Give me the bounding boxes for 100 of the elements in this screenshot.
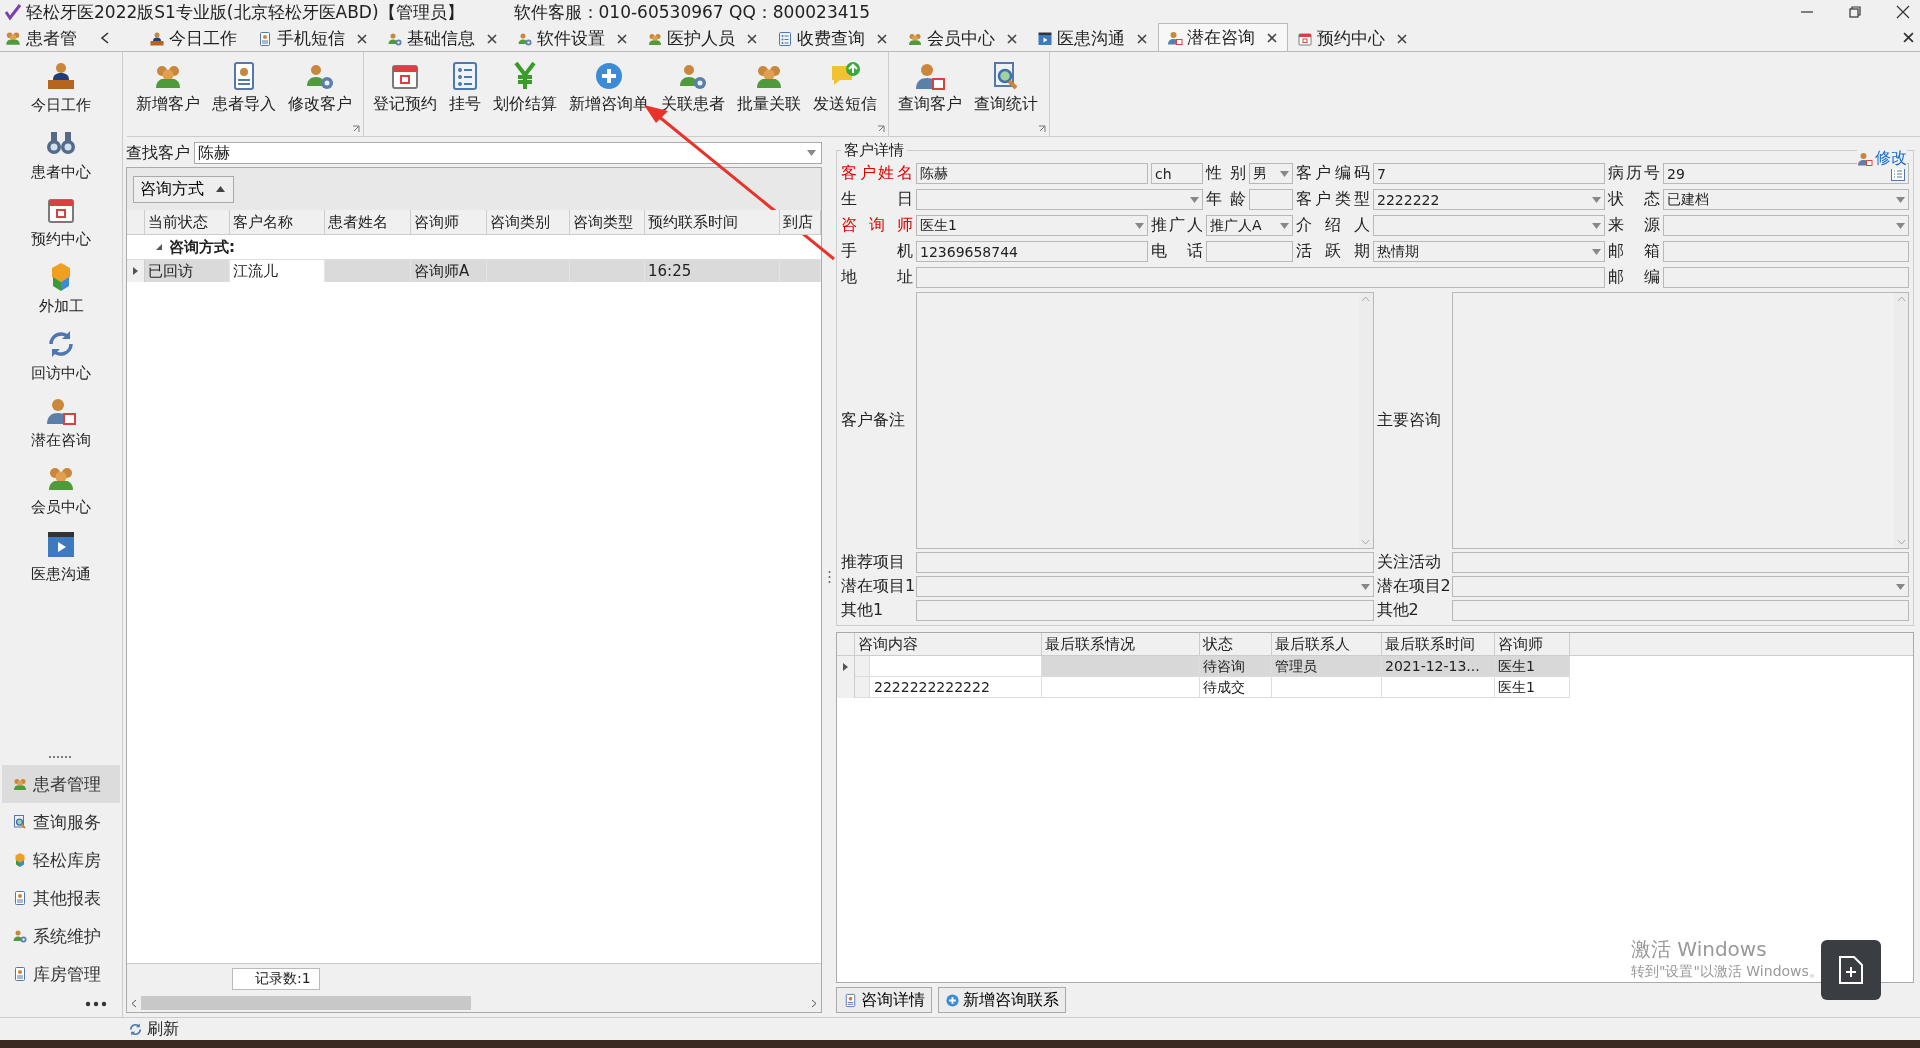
nav-item[interactable]: 患者中心: [31, 127, 91, 182]
group-launcher-icon[interactable]: [352, 125, 360, 133]
module-item[interactable]: 患者管理: [2, 765, 120, 803]
more-icon[interactable]: [49, 755, 73, 759]
text-field[interactable]: [1663, 267, 1909, 288]
tab[interactable]: 今日工作: [140, 25, 248, 51]
tab[interactable]: 医患沟通: [1028, 25, 1158, 51]
edit-link[interactable]: 修改: [1857, 148, 1907, 169]
caret-icon[interactable]: [1280, 222, 1289, 229]
ribbon-button[interactable]: 患者导入: [207, 58, 281, 117]
nav-item[interactable]: 会员中心: [31, 462, 91, 517]
nav-item[interactable]: 医患沟通: [31, 529, 91, 584]
close-icon[interactable]: [1896, 5, 1910, 19]
nav-item[interactable]: 回访中心: [31, 328, 91, 383]
tab-close-icon[interactable]: [617, 33, 627, 44]
dropdown-field[interactable]: [916, 576, 1374, 597]
scroll-down-icon[interactable]: [1361, 539, 1370, 545]
group-launcher-icon[interactable]: [1038, 125, 1046, 133]
column-header[interactable]: 最后联系情况: [1042, 633, 1200, 655]
scroll-right-icon[interactable]: [811, 998, 817, 1008]
scrollbar-thumb[interactable]: [141, 996, 471, 1010]
scroll-up-icon[interactable]: [1361, 296, 1370, 302]
date-field[interactable]: [916, 189, 1203, 210]
dropdown-field[interactable]: 已建档: [1663, 189, 1909, 210]
column-header[interactable]: 咨询师: [1495, 633, 1570, 655]
text-field[interactable]: [916, 600, 1374, 621]
caret-icon[interactable]: [1190, 196, 1199, 203]
dropdown-field[interactable]: [1663, 215, 1909, 236]
tab-close-icon[interactable]: [487, 33, 497, 44]
column-header[interactable]: 状态: [1200, 633, 1272, 655]
ribbon-button[interactable]: 挂号: [444, 58, 486, 117]
caret-icon[interactable]: [807, 150, 816, 156]
scroll-down-icon[interactable]: [1896, 539, 1906, 545]
refresh-label[interactable]: 刷新: [147, 1018, 179, 1040]
text-field[interactable]: [1451, 600, 1909, 621]
text-field[interactable]: [1663, 241, 1909, 262]
memo-field[interactable]: [1451, 292, 1909, 549]
text-field[interactable]: [1206, 241, 1293, 262]
caret-icon[interactable]: [1592, 222, 1601, 229]
ribbon-button[interactable]: 关联患者: [656, 58, 730, 117]
tab[interactable]: 基础信息: [378, 25, 508, 51]
text-field[interactable]: 12369658744: [916, 241, 1148, 262]
module-item[interactable]: 查询服务: [2, 803, 120, 841]
dropdown-field[interactable]: [1373, 215, 1605, 236]
tab[interactable]: 预约中心: [1288, 25, 1418, 51]
ribbon-button[interactable]: 批量关联: [732, 58, 806, 117]
text-field[interactable]: 陈赫: [916, 163, 1148, 184]
column-header[interactable]: 到店: [780, 210, 821, 234]
dropdown-field[interactable]: 男: [1249, 163, 1293, 184]
memo-field[interactable]: [916, 292, 1374, 549]
overflow-icon[interactable]: [85, 1001, 107, 1007]
dropdown-field[interactable]: 推广人A: [1206, 215, 1293, 236]
column-header[interactable]: 咨询内容: [855, 633, 1042, 655]
add-document-button[interactable]: [1821, 940, 1881, 1000]
caret-icon[interactable]: [1280, 170, 1289, 177]
table-row[interactable]: 待咨询 管理员 2021-12-13... 医生1: [837, 656, 1913, 677]
ribbon-button[interactable]: 划价结算: [488, 58, 562, 117]
dropdown-field[interactable]: 医生1: [916, 215, 1148, 236]
ribbon-button[interactable]: 查询统计: [969, 58, 1043, 117]
collapse-icon[interactable]: [100, 32, 110, 44]
tab[interactable]: 手机短信: [248, 25, 378, 51]
nav-item[interactable]: 预约中心: [31, 194, 91, 249]
nav-item[interactable]: 今日工作: [31, 60, 91, 115]
ribbon-button[interactable]: 查询客户: [893, 58, 967, 117]
expand-icon[interactable]: [155, 243, 163, 251]
scroll-up-icon[interactable]: [1896, 296, 1906, 302]
dropdown-field[interactable]: 热情期: [1373, 241, 1605, 262]
nav-item[interactable]: 潜在咨询: [31, 395, 91, 450]
dropdown-field[interactable]: 2222222: [1373, 189, 1605, 210]
column-header[interactable]: 当前状态: [145, 210, 230, 234]
tab-close-icon[interactable]: [357, 33, 367, 44]
caret-icon[interactable]: [1592, 196, 1601, 203]
tab[interactable]: 潜在咨询: [1158, 23, 1288, 51]
ribbon-button[interactable]: 修改客户: [283, 58, 357, 117]
action-button[interactable]: 新增咨询联系: [938, 987, 1066, 1013]
group-launcher-icon[interactable]: [877, 125, 885, 133]
tab[interactable]: 收费查询: [768, 25, 898, 51]
caret-icon[interactable]: [1896, 196, 1905, 203]
ribbon-button[interactable]: 发送短信: [808, 58, 882, 117]
text-field[interactable]: 7: [1373, 163, 1605, 184]
tab-close-icon[interactable]: [1397, 33, 1407, 44]
ribbon-button[interactable]: 新增咨询单: [564, 58, 654, 117]
text-field[interactable]: ch: [1151, 163, 1203, 184]
caret-icon[interactable]: [1896, 222, 1905, 229]
dropdown-field[interactable]: [1451, 576, 1909, 597]
column-header[interactable]: 咨询师: [411, 210, 487, 234]
tab[interactable]: 医护人员: [638, 25, 768, 51]
column-header[interactable]: 咨询类型: [570, 210, 645, 234]
caret-icon[interactable]: [1592, 248, 1601, 255]
tab-close-icon[interactable]: [877, 33, 887, 44]
tab-close-icon[interactable]: [1267, 32, 1277, 43]
caret-icon[interactable]: [1896, 583, 1905, 590]
group-chip[interactable]: 咨询方式: [133, 175, 234, 203]
module-item[interactable]: 轻松库房: [2, 841, 120, 879]
splitter-grip-icon[interactable]: [827, 570, 831, 584]
tab-close-icon[interactable]: [747, 33, 757, 44]
table-row[interactable]: 2222222222222 待成交 医生1: [837, 677, 1913, 698]
module-item[interactable]: 系统维护: [2, 917, 120, 955]
text-field[interactable]: [916, 267, 1605, 288]
scroll-left-icon[interactable]: [131, 998, 137, 1008]
